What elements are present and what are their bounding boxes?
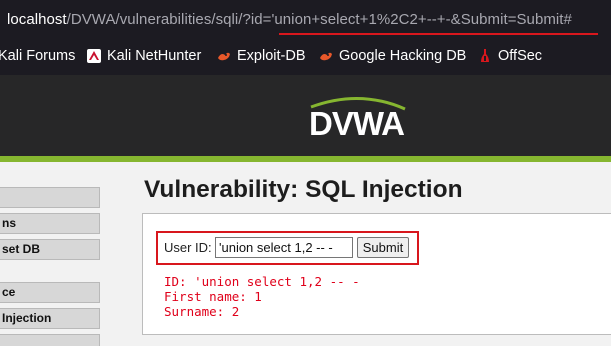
url-path: /DVWA/vulnerabilities/sqli/?id='union+se… <box>66 11 572 28</box>
url-host: localhost <box>7 11 67 28</box>
bookmark-label: Kali Forums <box>0 48 76 64</box>
result-first-name-line: First name: 1 <box>164 289 262 304</box>
menu-item[interactable]: ns <box>0 213 100 234</box>
bookmark-label: Google Hacking DB <box>339 48 467 64</box>
bookmark-label: OffSec <box>498 48 543 64</box>
menu-item[interactable] <box>0 187 100 208</box>
bookmark-offsec[interactable]: OffSec <box>477 48 542 64</box>
bookmark-label: Exploit-DB <box>237 48 306 64</box>
user-id-input[interactable] <box>215 237 353 258</box>
bookmark-exploit-db[interactable]: Exploit-DB <box>216 48 306 64</box>
menu-item[interactable]: ce <box>0 282 100 303</box>
dvwa-header: DVWA <box>0 75 611 156</box>
bookmark-kali-forums[interactable]: Kali Forums <box>0 48 75 64</box>
menu-item-setup-reset-db[interactable]: set DB <box>0 239 100 260</box>
dvwa-logo[interactable]: DVWA <box>305 95 410 143</box>
address-bar[interactable]: localhost/DVWA/vulnerabilities/sqli/?id=… <box>0 0 611 40</box>
result-surname-line: Surname: 2 <box>164 304 240 319</box>
bookmark-kali-nethunter[interactable]: Kali NetHunter <box>86 48 201 64</box>
user-id-label: User ID: <box>164 240 212 255</box>
page-title: Vulnerability: SQL Injection <box>144 176 463 203</box>
menu-item[interactable] <box>0 334 100 346</box>
nethunter-icon <box>87 49 101 63</box>
menu-item-sql-injection[interactable]: Injection <box>0 308 100 329</box>
bookmark-label: Kali NetHunter <box>107 48 202 64</box>
svg-text:DVWA: DVWA <box>309 105 404 142</box>
submit-button[interactable]: Submit <box>357 237 409 258</box>
url-text[interactable]: localhost/DVWA/vulnerabilities/sqli/?id=… <box>7 11 572 28</box>
bookmark-google-hacking-db[interactable]: Google Hacking DB <box>318 48 466 64</box>
offsec-icon <box>481 49 489 62</box>
exploit-db-icon <box>218 52 230 61</box>
result-id-line: ID: 'union select 1,2 -- - <box>164 274 360 289</box>
bookmarks-toolbar: Kali Forums Kali NetHunter Exploit-DB Go… <box>0 40 611 75</box>
ghdb-icon <box>320 52 332 61</box>
url-highlight-underline <box>279 33 598 35</box>
